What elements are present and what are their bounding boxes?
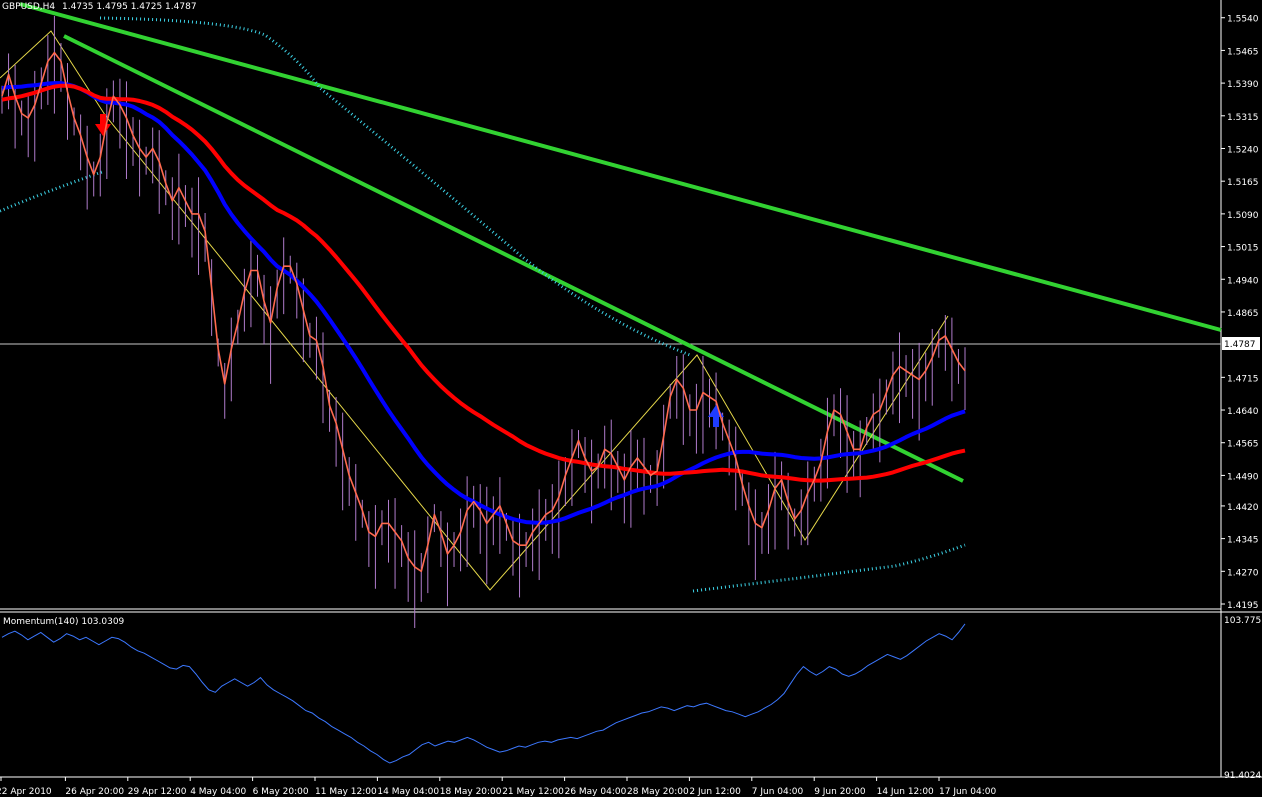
- price-tick-label: 1.5090: [1227, 211, 1259, 221]
- price-tick-label: 1.5465: [1227, 47, 1259, 57]
- time-tick-label: 14 May 04:00: [377, 787, 439, 797]
- forex-chart-window[interactable]: 1.4787 GBPUSD,H4 1.4735 1.4795 1.4725 1.…: [0, 0, 1262, 797]
- time-tick-label: 28 May 20:00: [627, 787, 689, 797]
- ohlc-label: 1.4735 1.4795 1.4725 1.4787: [62, 2, 197, 12]
- time-tick-label: 17 Jun 04:00: [939, 787, 996, 797]
- time-tick-label: 9 Jun 20:00: [814, 787, 866, 797]
- time-tick-label: 6 May 20:00: [253, 787, 309, 797]
- time-tick-label: 11 May 12:00: [315, 787, 377, 797]
- time-tick-label: 22 Apr 2010: [0, 787, 52, 797]
- price-tick-label: 1.5165: [1227, 178, 1259, 188]
- time-tick-label: 4 May 04:00: [190, 787, 246, 797]
- price-tick-label: 1.5390: [1227, 80, 1259, 90]
- time-tick-label: 2 Jun 12:00: [689, 787, 741, 797]
- time-tick-label: 26 May 04:00: [565, 787, 627, 797]
- chart-background: [0, 0, 1262, 797]
- time-tick-label: 21 May 12:00: [502, 787, 564, 797]
- price-tick-label: 1.4345: [1227, 536, 1259, 546]
- price-tick-label: 1.5315: [1227, 113, 1259, 123]
- price-tick-label: 1.4865: [1227, 309, 1259, 319]
- time-tick-label: 7 Jun 04:00: [752, 787, 804, 797]
- momentum-scale-bottom: 91.4024: [1224, 771, 1261, 781]
- time-tick-label: 29 Apr 12:00: [128, 787, 187, 797]
- current-price-label: 1.4787: [1224, 340, 1256, 350]
- price-tick-label: 1.5240: [1227, 145, 1259, 155]
- momentum-label: Momentum(140) 103.0309: [3, 617, 125, 627]
- price-tick-label: 1.4565: [1227, 440, 1259, 450]
- price-tick-label: 1.4195: [1227, 601, 1259, 611]
- time-tick-label: 26 Apr 20:00: [65, 787, 124, 797]
- price-tick-label: 1.4270: [1227, 568, 1259, 578]
- price-tick-label: 1.4420: [1227, 503, 1259, 513]
- price-tick-label: 1.4640: [1227, 407, 1259, 417]
- momentum-scale-top: 103.7757: [1224, 616, 1262, 626]
- symbol-label: GBPUSD,H4: [2, 2, 55, 12]
- price-tick-label: 1.4490: [1227, 472, 1259, 482]
- price-tick-label: 1.5540: [1227, 15, 1259, 25]
- price-tick-label: 1.4715: [1227, 374, 1259, 384]
- time-tick-label: 14 Jun 12:00: [877, 787, 934, 797]
- price-tick-label: 1.5015: [1227, 244, 1259, 254]
- time-tick-label: 18 May 20:00: [440, 787, 502, 797]
- price-tick-label: 1.4940: [1227, 276, 1259, 286]
